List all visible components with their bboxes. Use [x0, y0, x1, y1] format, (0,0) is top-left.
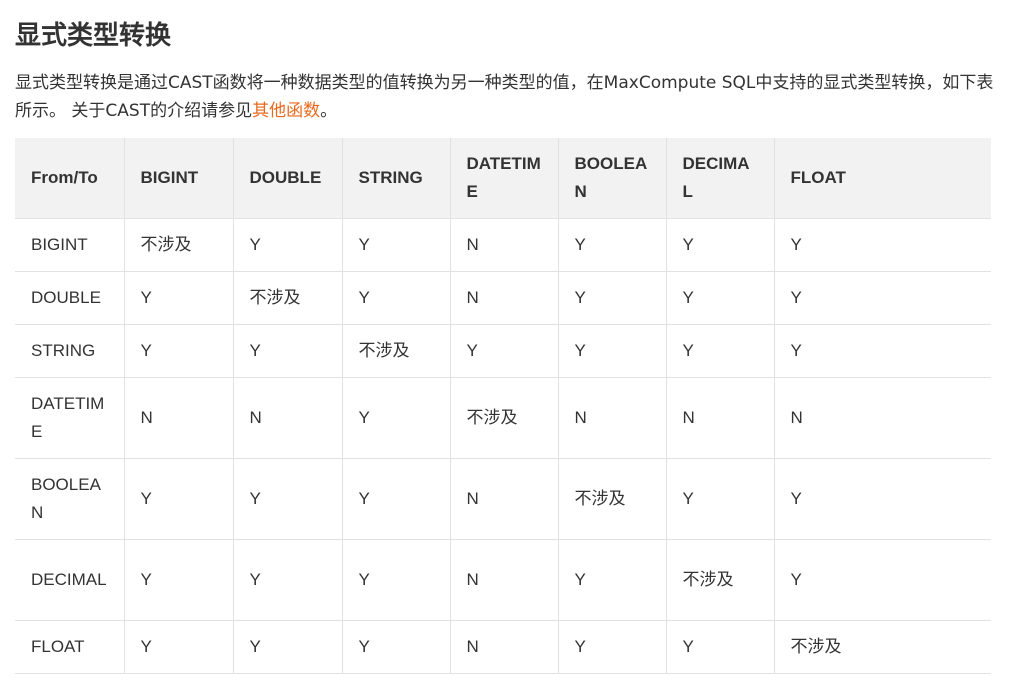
table-cell: Y — [123, 271, 233, 325]
row-label: BOOLEAN — [15, 458, 124, 540]
row-label: DOUBLE — [15, 271, 124, 325]
table-row: STRING Y Y 不涉及 Y Y Y Y — [15, 324, 991, 378]
table-cell: 不涉及 — [773, 620, 991, 674]
table-header-row: From/To BIGINT DOUBLE STRING DATETIME BO… — [15, 138, 991, 219]
header-boolean: BOOLEAN — [557, 138, 666, 219]
table-cell: Y — [123, 458, 233, 540]
table-cell: N — [449, 218, 558, 272]
table-cell: Y — [557, 324, 666, 378]
other-functions-link[interactable]: 其他函数 — [252, 101, 320, 121]
table-cell: N — [123, 377, 233, 459]
header-float: FLOAT — [773, 138, 991, 219]
table-row: DOUBLE Y 不涉及 Y N Y Y Y — [15, 271, 991, 325]
table-cell: N — [449, 458, 558, 540]
header-decimal: DECIMAL — [665, 138, 774, 219]
table-cell: Y — [341, 539, 450, 621]
table-cell: Y — [232, 458, 342, 540]
table-cell: Y — [557, 539, 666, 621]
table-cell: Y — [341, 620, 450, 674]
table-cell: 不涉及 — [232, 271, 342, 325]
intro-text: 显式类型转换是通过CAST函数将一种数据类型的值转换为另一种类型的值，在MaxC… — [15, 73, 994, 121]
table-cell: Y — [123, 620, 233, 674]
table-cell: Y — [665, 271, 774, 325]
table-cell: N — [449, 620, 558, 674]
row-label: DATETIME — [15, 377, 124, 459]
table-cell: Y — [557, 271, 666, 325]
table-cell: N — [449, 539, 558, 621]
header-double: DOUBLE — [232, 138, 342, 219]
table-cell: 不涉及 — [123, 218, 233, 272]
table-cell: N — [557, 377, 666, 459]
header-bigint: BIGINT — [123, 138, 233, 219]
table-cell: 不涉及 — [449, 377, 558, 459]
table-cell: N — [449, 271, 558, 325]
table-cell: 不涉及 — [665, 539, 774, 621]
table-cell: Y — [773, 539, 991, 621]
table-row: DATETIME N N Y 不涉及 N N N — [15, 377, 991, 459]
table-row: DECIMAL Y Y Y N Y 不涉及 Y — [15, 539, 991, 621]
table-cell: Y — [665, 324, 774, 378]
table-cell: Y — [665, 218, 774, 272]
doc-page: 显式类型转换 显式类型转换是通过CAST函数将一种数据类型的值转换为另一种类型的… — [0, 0, 1016, 687]
table-cell: Y — [341, 218, 450, 272]
header-datetime: DATETIME — [449, 138, 558, 219]
table-cell: Y — [123, 324, 233, 378]
table-cell: Y — [123, 539, 233, 621]
table-cell: Y — [773, 218, 991, 272]
table-cell: Y — [665, 620, 774, 674]
table-cell: Y — [232, 324, 342, 378]
table-cell: Y — [232, 620, 342, 674]
header-from-to: From/To — [15, 138, 124, 219]
intro-paragraph: 显式类型转换是通过CAST函数将一种数据类型的值转换为另一种类型的值，在MaxC… — [15, 69, 995, 125]
row-label: STRING — [15, 324, 124, 378]
table-cell: Y — [449, 324, 558, 378]
table-cell: N — [773, 377, 991, 459]
table-row: FLOAT Y Y Y N Y Y 不涉及 — [15, 620, 991, 674]
table-cell: Y — [773, 271, 991, 325]
table-cell: Y — [341, 271, 450, 325]
conversion-table: From/To BIGINT DOUBLE STRING DATETIME BO… — [15, 138, 991, 674]
table-row: BOOLEAN Y Y Y N 不涉及 Y Y — [15, 458, 991, 540]
table-cell: Y — [773, 458, 991, 540]
table-cell: N — [665, 377, 774, 459]
table-cell: Y — [665, 458, 774, 540]
table-cell: 不涉及 — [341, 324, 450, 378]
table-cell: Y — [341, 377, 450, 459]
table-cell: Y — [557, 218, 666, 272]
table-row: BIGINT 不涉及 Y Y N Y Y Y — [15, 218, 991, 272]
header-string: STRING — [341, 138, 450, 219]
row-label: DECIMAL — [15, 539, 124, 621]
table-cell: Y — [232, 218, 342, 272]
table-cell: Y — [232, 539, 342, 621]
table-cell: Y — [341, 458, 450, 540]
row-label: FLOAT — [15, 620, 124, 674]
table-cell: N — [232, 377, 342, 459]
row-label: BIGINT — [15, 218, 124, 272]
table-cell: Y — [557, 620, 666, 674]
table-cell: Y — [773, 324, 991, 378]
section-heading: 显式类型转换 — [15, 21, 172, 51]
table-cell: 不涉及 — [557, 458, 666, 540]
intro-text-end: 。 — [320, 101, 338, 121]
